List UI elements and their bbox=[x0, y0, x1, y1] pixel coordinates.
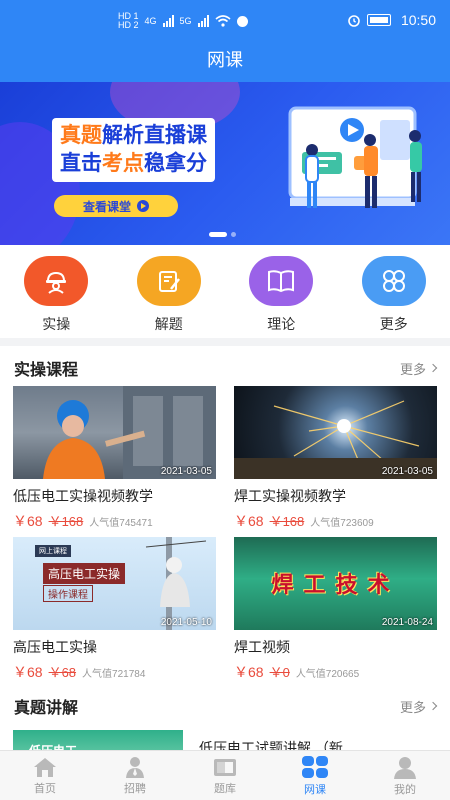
course-name: 高压电工实操 bbox=[13, 639, 97, 655]
thumb-title: 焊工技术 bbox=[271, 572, 400, 597]
quick-nav-more[interactable]: 更多 bbox=[354, 256, 434, 338]
chevron-right-icon bbox=[428, 701, 438, 711]
recruit-icon bbox=[126, 756, 144, 778]
tab-question-bank[interactable]: 题库 bbox=[180, 751, 270, 800]
course-date: 2021-03-05 bbox=[381, 466, 433, 477]
practice-more-link[interactable]: 更多 bbox=[400, 359, 438, 378]
course-name: 低压电工实操视频教学 bbox=[13, 488, 153, 504]
online-course-icon bbox=[302, 755, 328, 778]
signal-5g-label: 5G bbox=[179, 16, 192, 26]
quick-nav-solve[interactable]: 解题 bbox=[129, 256, 209, 338]
thumb-title: 高压电工实操 bbox=[43, 563, 126, 584]
thumb-tag: 网上课程 bbox=[35, 545, 71, 557]
status-bar: HD 1 HD 2 4G 5G 10:50 bbox=[0, 0, 450, 40]
battery-icon bbox=[366, 14, 391, 26]
alarm-icon bbox=[348, 15, 360, 27]
course-thumbnail: 2021-03-05 bbox=[234, 386, 437, 479]
home-icon bbox=[34, 757, 56, 777]
thumb-subtitle: 操作课程 bbox=[43, 585, 93, 602]
exam-section-header: 真题讲解 更多 bbox=[0, 688, 450, 724]
course-popularity: 人气值721784 bbox=[82, 669, 146, 680]
tab-recruit[interactable]: 招聘 bbox=[90, 751, 180, 800]
course-grid: 2021-03-05 低压电工实操视频教学 ￥68 ￥168 人气值745471… bbox=[0, 386, 450, 680]
course-name: 焊工视频 bbox=[234, 639, 290, 655]
quick-nav-label: 实操 bbox=[42, 316, 71, 332]
hd-indicator: HD 1 HD 2 bbox=[118, 11, 139, 30]
course-price: ￥68 bbox=[234, 513, 264, 529]
course-card[interactable]: 焊工技术 2021-08-24 焊工视频 ￥68 ￥0 人气值720665 bbox=[234, 537, 437, 680]
course-price: ￥68 bbox=[234, 664, 264, 680]
book-icon bbox=[268, 270, 295, 293]
quick-nav-label: 解题 bbox=[154, 316, 183, 332]
course-date: 2021-03-05 bbox=[160, 466, 212, 477]
section-title: 真题讲解 bbox=[14, 700, 79, 717]
section-title: 实操课程 bbox=[14, 362, 79, 379]
quick-nav-label: 理论 bbox=[267, 316, 296, 332]
course-original-price: ￥168 bbox=[48, 514, 84, 529]
exam-more-link[interactable]: 更多 bbox=[400, 697, 438, 716]
tab-profile[interactable]: 我的 bbox=[360, 751, 450, 800]
quick-nav: 实操 解题 理论 更多 bbox=[0, 245, 450, 338]
course-name: 焊工实操视频教学 bbox=[234, 488, 346, 504]
quick-nav-practice[interactable]: 实操 bbox=[16, 256, 96, 338]
worker-icon bbox=[46, 271, 67, 294]
page-title: 网课 bbox=[207, 50, 243, 70]
course-card[interactable]: 网上课程 高压电工实操 操作课程 2021-05-10 高压电工实操 ￥68 ￥… bbox=[13, 537, 216, 680]
carousel-indicator[interactable] bbox=[209, 232, 236, 237]
course-popularity: 人气值720665 bbox=[295, 669, 360, 680]
section-divider bbox=[0, 338, 450, 346]
course-card[interactable]: 2021-03-05 低压电工实操视频教学 ￥68 ￥168 人气值745471 bbox=[13, 386, 216, 529]
course-price: ￥68 bbox=[13, 513, 43, 529]
course-price: ￥68 bbox=[13, 664, 43, 680]
course-date: 2021-08-24 bbox=[381, 617, 433, 628]
practice-section-header: 实操课程 更多 bbox=[0, 350, 450, 386]
tab-home[interactable]: 首页 bbox=[0, 751, 90, 800]
course-popularity: 人气值745471 bbox=[89, 518, 153, 529]
signal-icon bbox=[197, 15, 209, 27]
course-date: 2021-05-10 bbox=[160, 617, 212, 628]
banner-illustration bbox=[288, 106, 422, 208]
course-original-price: ￥168 bbox=[269, 514, 305, 529]
course-thumbnail: 2021-03-05 bbox=[13, 386, 216, 479]
grid-icon bbox=[382, 270, 405, 292]
network-indicators: HD 1 HD 2 4G 5G bbox=[118, 12, 248, 30]
top-bar: HD 1 HD 2 4G 5G 10:50 网课 bbox=[0, 0, 450, 82]
app-notification-icon bbox=[236, 15, 248, 27]
course-thumbnail: 焊工技术 2021-08-24 bbox=[234, 537, 437, 630]
profile-icon bbox=[394, 756, 416, 779]
edit-note-icon bbox=[158, 271, 180, 292]
quick-nav-theory[interactable]: 理论 bbox=[241, 256, 321, 338]
clock: 10:50 bbox=[400, 12, 436, 28]
course-popularity: 人气值723609 bbox=[310, 518, 374, 529]
course-original-price: ￥68 bbox=[48, 665, 77, 680]
bottom-tab-bar: 首页 招聘 题库 网课 我的 bbox=[0, 750, 450, 800]
tab-online-course[interactable]: 网课 bbox=[270, 751, 360, 800]
quick-nav-label: 更多 bbox=[379, 316, 408, 332]
view-class-button[interactable]: 查看课堂 bbox=[54, 195, 178, 217]
question-bank-icon bbox=[214, 758, 236, 776]
signal-icon bbox=[162, 15, 174, 27]
promo-banner[interactable]: 真题解析直播课 直击考点稳拿分 查看课堂 bbox=[0, 82, 450, 245]
banner-headline: 真题解析直播课 直击考点稳拿分 bbox=[52, 118, 215, 182]
course-card[interactable]: 2021-03-05 焊工实操视频教学 ￥68 ￥168 人气值723609 bbox=[234, 386, 437, 529]
signal-4g-label: 4G bbox=[144, 16, 157, 26]
wifi-icon bbox=[215, 15, 231, 27]
chevron-right-icon bbox=[428, 363, 438, 373]
course-thumbnail: 网上课程 高压电工实操 操作课程 2021-05-10 bbox=[13, 537, 216, 630]
play-icon bbox=[137, 200, 149, 212]
course-original-price: ￥0 bbox=[269, 665, 290, 680]
